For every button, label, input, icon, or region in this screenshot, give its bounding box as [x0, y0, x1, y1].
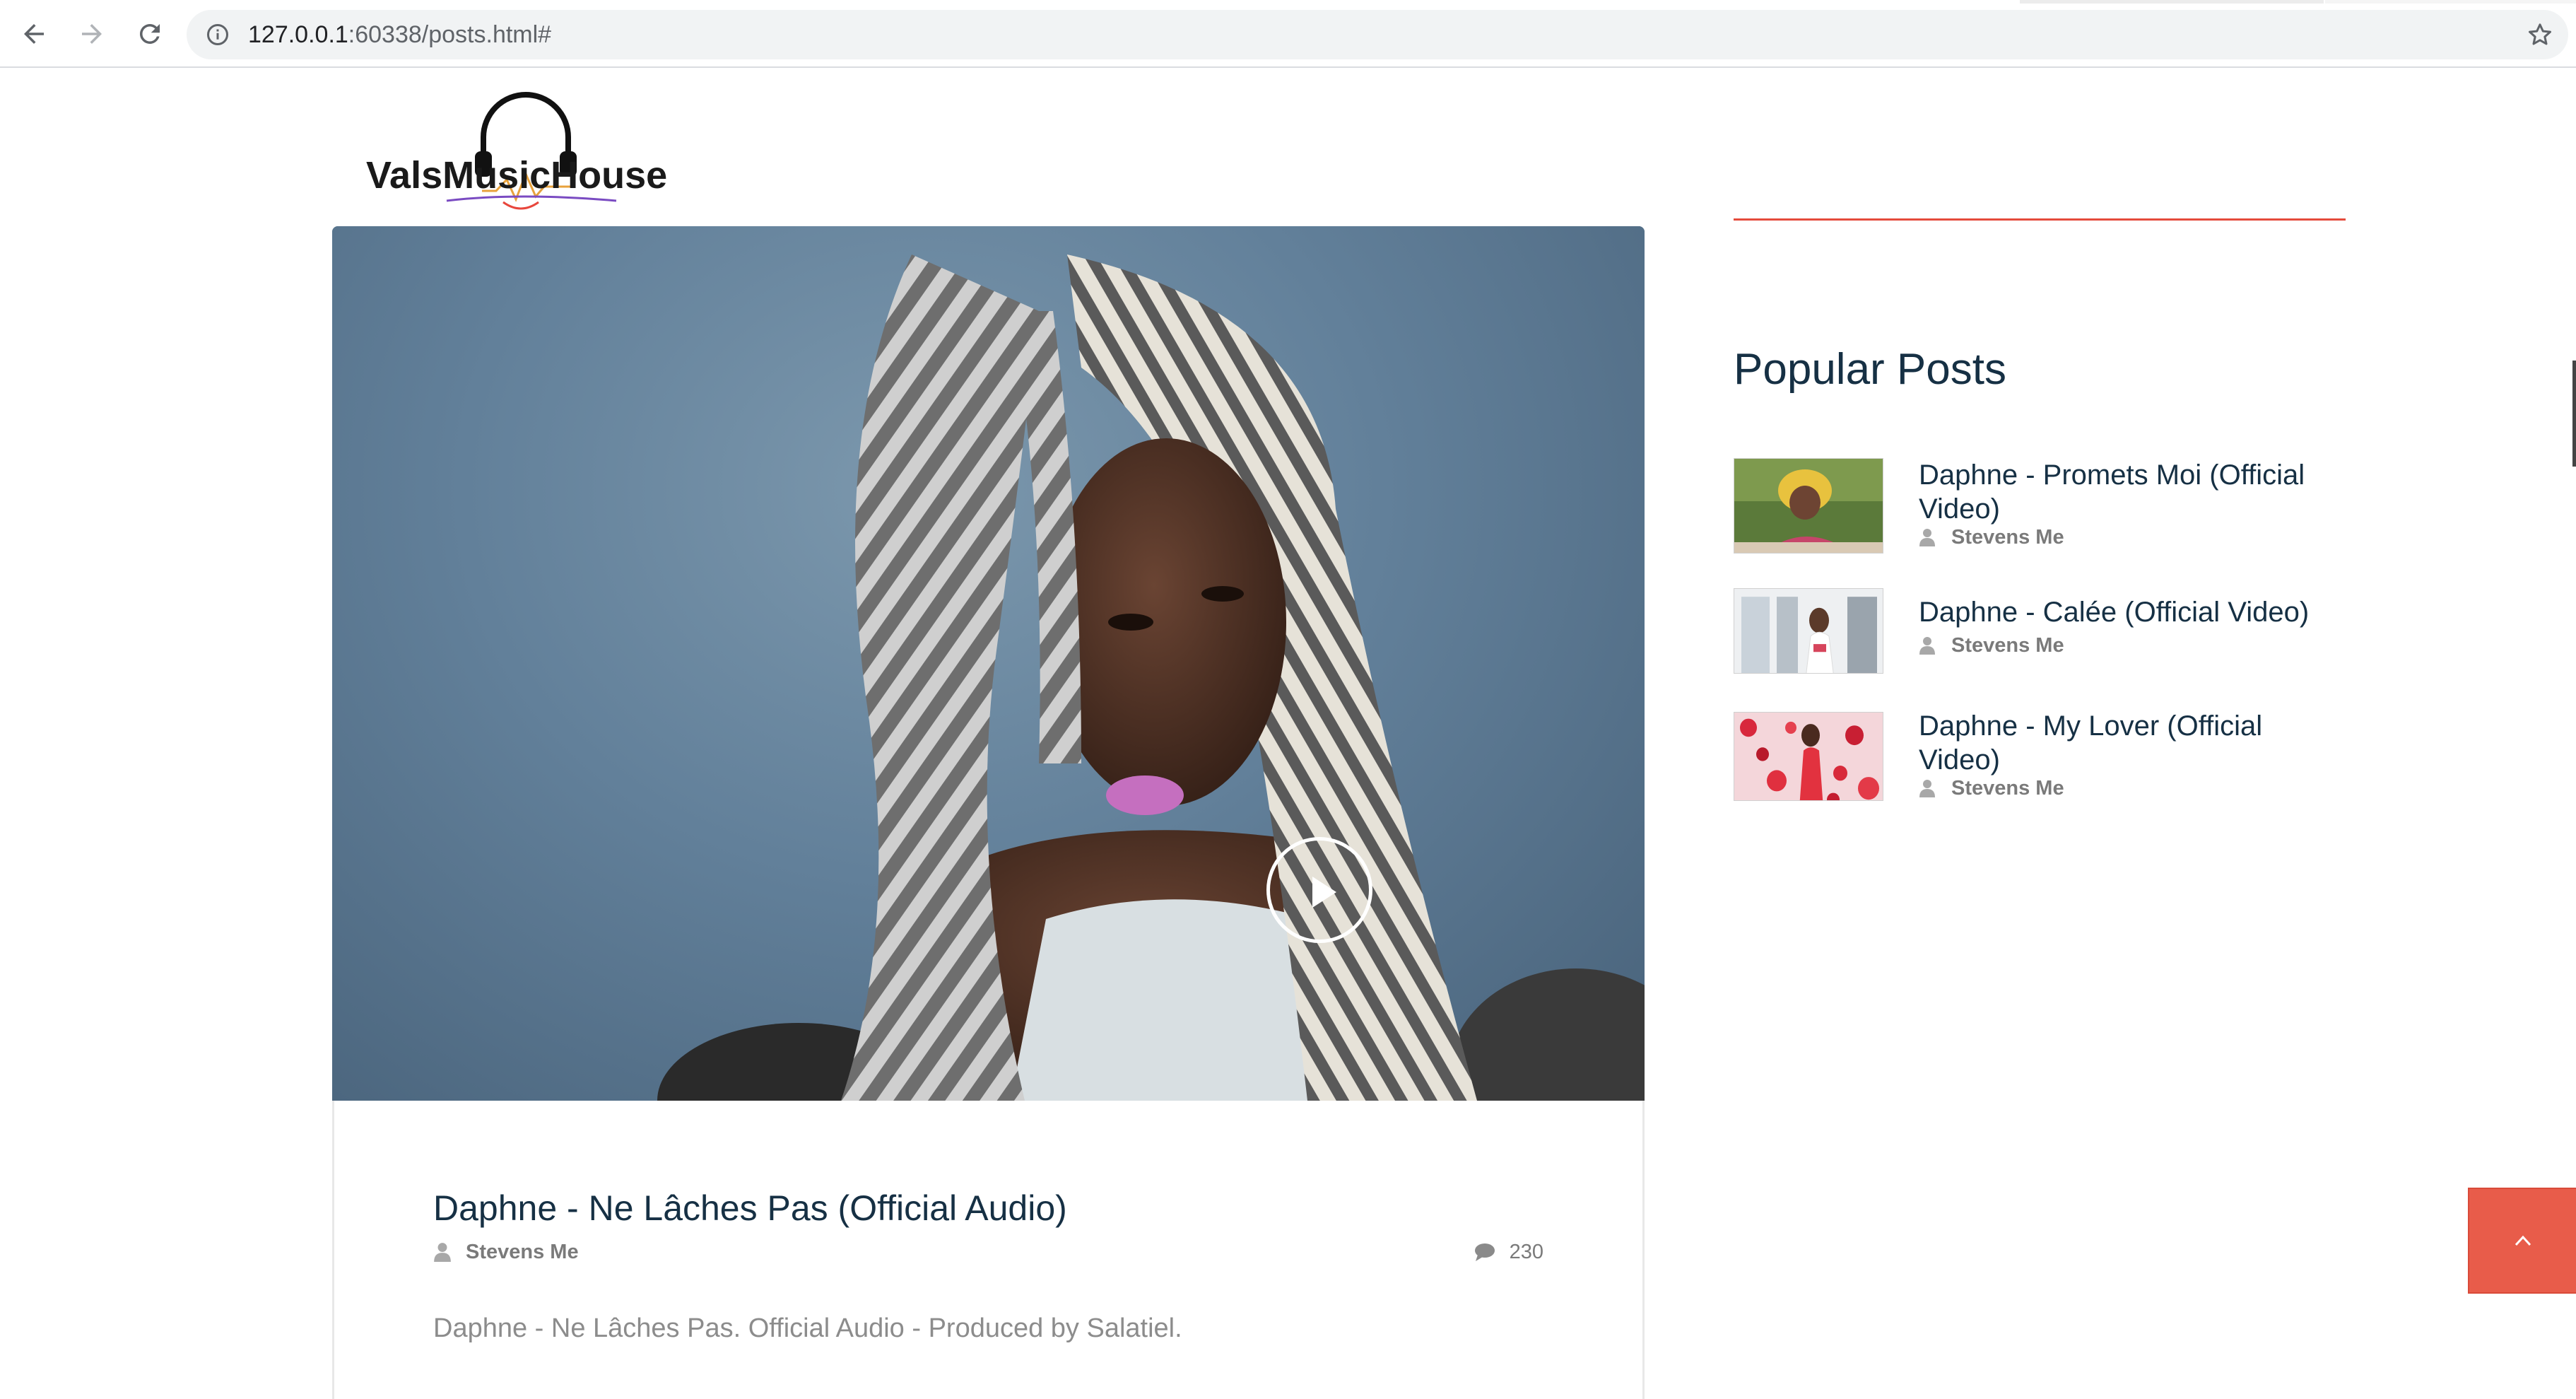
star-icon[interactable] — [2526, 21, 2554, 49]
reload-button[interactable] — [131, 16, 168, 52]
post-description: Daphne - Ne Lâches Pas. Official Audio -… — [433, 1313, 1182, 1343]
tab-strip-fragment — [2020, 0, 2324, 4]
popular-post-author: Stevens Me — [1919, 633, 2064, 657]
popular-post-author: Stevens Me — [1919, 776, 2064, 800]
popular-post-item[interactable]: Daphne - Promets Moi (Official Video) St… — [1734, 458, 2346, 557]
svg-text:ValsMusicHouse: ValsMusicHouse — [366, 154, 667, 197]
browser-toolbar: 127.0.0.1:60338/posts.html# — [0, 0, 2576, 68]
sidebar-divider — [1734, 218, 2346, 221]
comment-count: 230 — [1509, 1241, 1543, 1263]
popular-post-item[interactable]: Daphne - Calée (Official Video) Stevens … — [1734, 588, 2346, 677]
post-comment-count[interactable]: 230 — [1474, 1240, 1543, 1264]
scrollbar[interactable] — [2572, 361, 2576, 467]
back-arrow-icon — [24, 24, 44, 44]
address-bar[interactable]: 127.0.0.1:60338/posts.html# — [187, 10, 2568, 59]
url-path: :60338/posts.html# — [348, 21, 552, 48]
url-text[interactable]: 127.0.0.1:60338/posts.html# — [248, 21, 551, 48]
popular-post-title[interactable]: Daphne - Calée (Official Video) — [1919, 595, 2343, 629]
forward-button[interactable] — [73, 16, 110, 52]
artist-photo — [657, 254, 1645, 1101]
user-icon — [434, 1243, 451, 1262]
thumbnail-image — [1734, 713, 1883, 800]
comment-icon — [1474, 1243, 1495, 1261]
back-button[interactable] — [16, 16, 52, 52]
post-author-name: Stevens Me — [466, 1241, 579, 1263]
url-host: 127.0.0.1 — [248, 21, 348, 48]
popular-post-author: Stevens Me — [1919, 525, 2064, 549]
tab-strip-fragment — [2325, 0, 2576, 4]
featured-video[interactable] — [332, 226, 1645, 1101]
headphones-logo: ValsMusicHouse — [366, 92, 667, 210]
site-logo[interactable]: ValsMusicHouse — [362, 81, 687, 211]
popular-post-title[interactable]: Daphne - Promets Moi (Official Video) — [1919, 458, 2343, 526]
popular-post-author-name: Stevens Me — [1951, 526, 2064, 549]
popular-post-title[interactable]: Daphne - My Lover (Official Video) — [1919, 709, 2343, 777]
post-thumbnail[interactable] — [1734, 588, 1883, 674]
chevron-up-icon — [2515, 1235, 2531, 1246]
play-icon[interactable] — [1266, 837, 1372, 943]
popular-post-author-name: Stevens Me — [1951, 777, 2064, 800]
post-thumbnail[interactable] — [1734, 458, 1883, 554]
post-card: Daphne - Ne Lâches Pas (Official Audio) … — [332, 1101, 1645, 1399]
post-title[interactable]: Daphne - Ne Lâches Pas (Official Audio) — [433, 1187, 1067, 1229]
scroll-to-top-button[interactable] — [2468, 1188, 2576, 1294]
post-author: Stevens Me — [433, 1240, 579, 1264]
user-icon — [1919, 780, 1935, 797]
forward-arrow-icon — [82, 24, 102, 44]
user-icon — [1919, 637, 1935, 655]
popular-post-item[interactable]: Daphne - My Lover (Official Video) Steve… — [1734, 709, 2346, 808]
reload-icon — [139, 23, 160, 44]
popular-post-author-name: Stevens Me — [1951, 634, 2064, 657]
post-thumbnail[interactable] — [1734, 712, 1883, 801]
thumbnail-image — [1734, 459, 1883, 553]
thumbnail-image — [1734, 589, 1883, 673]
popular-posts-heading: Popular Posts — [1734, 345, 2006, 394]
info-icon[interactable] — [205, 22, 230, 47]
user-icon — [1919, 529, 1935, 546]
